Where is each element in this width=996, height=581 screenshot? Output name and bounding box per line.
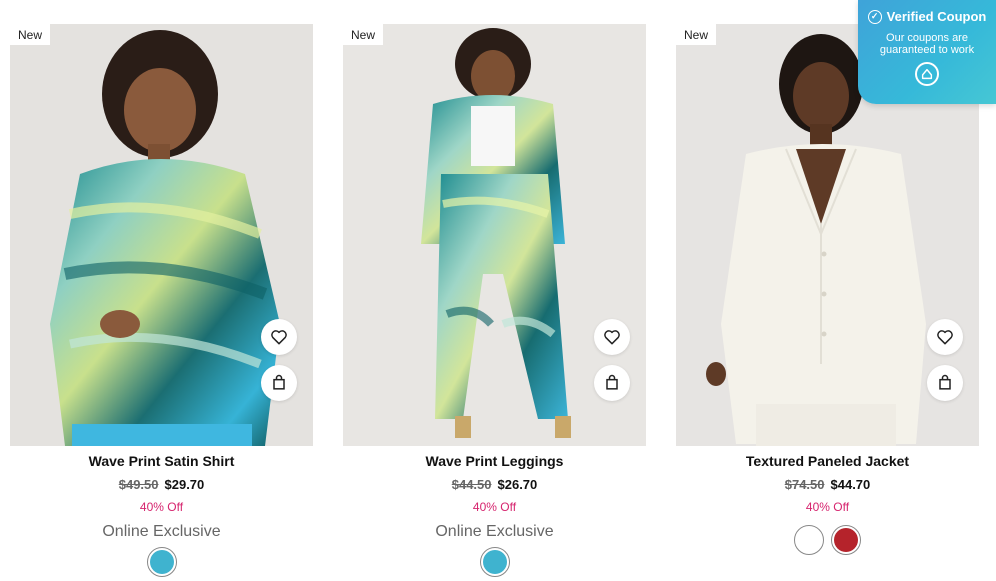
online-exclusive-label: Online Exclusive <box>102 523 221 540</box>
original-price: $74.50 <box>784 477 825 492</box>
product-prices: $44.50 $26.70 <box>343 477 646 493</box>
heart-icon <box>937 330 953 345</box>
new-badge: New <box>676 24 717 45</box>
wishlist-button[interactable] <box>594 319 630 355</box>
new-badge: New <box>343 24 384 45</box>
original-price: $44.50 <box>451 477 492 492</box>
check-circle-icon: ✓ <box>867 9 882 24</box>
add-to-bag-button[interactable] <box>594 365 630 401</box>
product-grid: New Wave Print Satin Shirt $49.50 $29.70 … <box>0 0 996 581</box>
product-image[interactable]: New <box>10 24 313 446</box>
color-swatch-teal[interactable] <box>479 547 510 577</box>
coupon-subtitle: Our coupons are guaranteed to work <box>879 32 975 56</box>
product-card[interactable]: New Wave Print Satin Shirt $49.50 $29.70 … <box>10 24 313 577</box>
sale-price: $29.70 <box>164 477 205 492</box>
shopping-bag-icon <box>273 374 285 390</box>
wishlist-button[interactable] <box>927 319 963 355</box>
shopping-bag-icon <box>939 374 951 390</box>
sale-price: $26.70 <box>497 477 538 492</box>
heart-icon <box>604 330 620 345</box>
add-to-bag-button[interactable] <box>261 365 297 401</box>
discount-label: 40% Off <box>805 500 850 514</box>
color-swatches <box>10 547 313 577</box>
coupon-title: Verified Coupon <box>886 9 987 24</box>
sale-price: $44.70 <box>830 477 871 492</box>
shopping-bag-icon <box>606 374 618 390</box>
add-to-bag-button[interactable] <box>927 365 963 401</box>
heart-icon <box>271 330 287 345</box>
color-swatch-teal[interactable] <box>146 547 177 577</box>
new-badge: New <box>10 24 51 45</box>
product-name[interactable]: Wave Print Leggings <box>343 452 646 470</box>
coupon-logo-icon[interactable] <box>915 62 939 86</box>
color-swatches <box>343 547 646 577</box>
wishlist-button[interactable] <box>261 319 297 355</box>
verified-coupon-popup[interactable]: ✓ Verified Coupon Our coupons are guaran… <box>858 0 996 104</box>
color-swatches <box>676 525 979 555</box>
color-swatch-red[interactable] <box>831 525 861 555</box>
product-prices: $49.50 $29.70 <box>10 477 313 493</box>
product-image[interactable]: New <box>343 24 646 446</box>
discount-label: 40% Off <box>139 500 184 514</box>
coupon-header: ✓ Verified Coupon <box>858 9 996 24</box>
product-card[interactable]: New Wave Print Leggings $44.50 $26.70 40%… <box>343 24 646 577</box>
product-name[interactable]: Textured Paneled Jacket <box>676 452 979 470</box>
color-swatch-white[interactable] <box>794 525 824 555</box>
discount-label: 40% Off <box>472 500 517 514</box>
original-price: $49.50 <box>118 477 159 492</box>
product-prices: $74.50 $44.70 <box>676 477 979 493</box>
product-name[interactable]: Wave Print Satin Shirt <box>10 452 313 470</box>
online-exclusive-label: Online Exclusive <box>435 523 554 540</box>
